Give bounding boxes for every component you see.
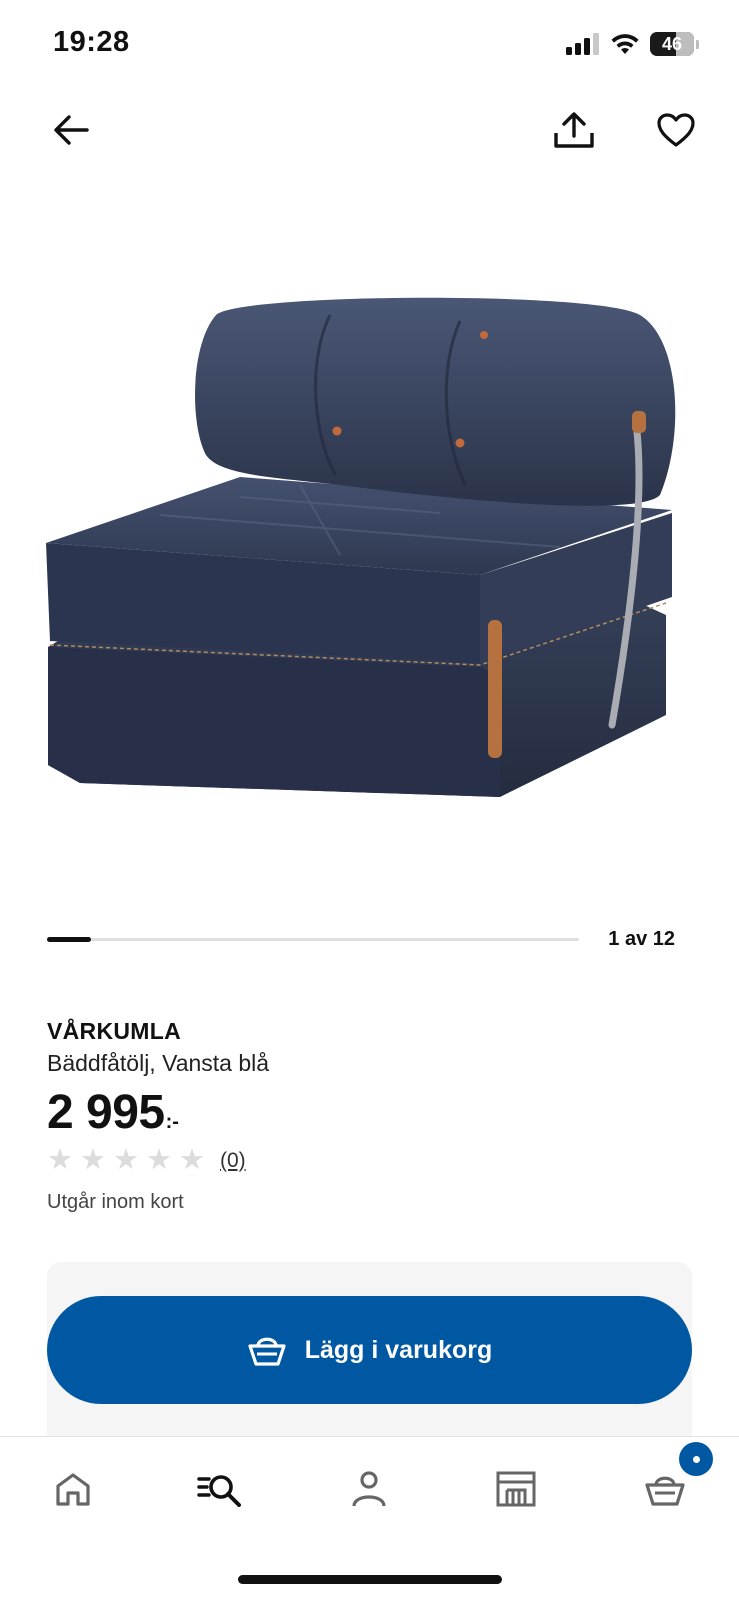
- armchair-bed-illustration: [46, 297, 676, 797]
- star-icon: ★: [113, 1144, 139, 1176]
- star-icon: ★: [80, 1144, 106, 1176]
- price-suffix: :-: [165, 1111, 179, 1133]
- home-indicator: [238, 1575, 502, 1584]
- search-list-icon: [197, 1475, 241, 1507]
- status-time: 19:28: [53, 26, 130, 58]
- back-button[interactable]: [47, 106, 95, 154]
- star-icon: ★: [146, 1144, 172, 1176]
- tab-profile[interactable]: [339, 1459, 399, 1519]
- review-count-link[interactable]: (0): [220, 1149, 246, 1173]
- add-to-cart-button[interactable]: Lägg i varukorg: [47, 1296, 692, 1404]
- cart-badge: [679, 1442, 713, 1476]
- tab-store[interactable]: [486, 1459, 546, 1519]
- favorite-button[interactable]: [652, 106, 700, 154]
- battery-level: 46: [661, 33, 683, 54]
- person-icon: [352, 1471, 386, 1507]
- cellular-signal-icon: [566, 33, 599, 55]
- home-icon: [56, 1473, 90, 1506]
- product-price: 2 995 :-: [47, 1085, 179, 1140]
- wifi-icon: [611, 34, 639, 54]
- star-icon: ★: [179, 1144, 205, 1176]
- basket-icon: [645, 1476, 685, 1506]
- battery-indicator: 46: [650, 32, 694, 56]
- product-name: VÅRKUMLA: [47, 1018, 181, 1044]
- share-button[interactable]: [550, 106, 598, 154]
- basket-icon: [248, 1337, 286, 1366]
- tab-home[interactable]: [43, 1459, 103, 1519]
- carousel-position-label: 1 av 12: [608, 928, 675, 950]
- star-icon: ★: [47, 1144, 73, 1176]
- stock-note: Utgår inom kort: [47, 1191, 184, 1213]
- add-to-cart-label: Lägg i varukorg: [304, 1335, 493, 1364]
- arrow-left-icon: [54, 115, 89, 145]
- rating[interactable]: ★ ★ ★ ★ ★ (0): [47, 1146, 246, 1175]
- status-icons: 46: [566, 32, 699, 56]
- share-icon: [554, 112, 594, 148]
- carousel-progress-fill: [47, 937, 92, 942]
- heart-icon: [657, 113, 695, 147]
- store-icon: [496, 1471, 536, 1507]
- product-image[interactable]: [40, 285, 700, 825]
- battery-tip: [696, 39, 699, 49]
- product-description: Bäddfåtölj, Vansta blå: [47, 1050, 270, 1076]
- price-amount: 2 995: [47, 1086, 165, 1139]
- carousel-progress: [47, 937, 579, 942]
- tab-search[interactable]: [190, 1459, 250, 1519]
- cart-badge-dot: [692, 1455, 700, 1463]
